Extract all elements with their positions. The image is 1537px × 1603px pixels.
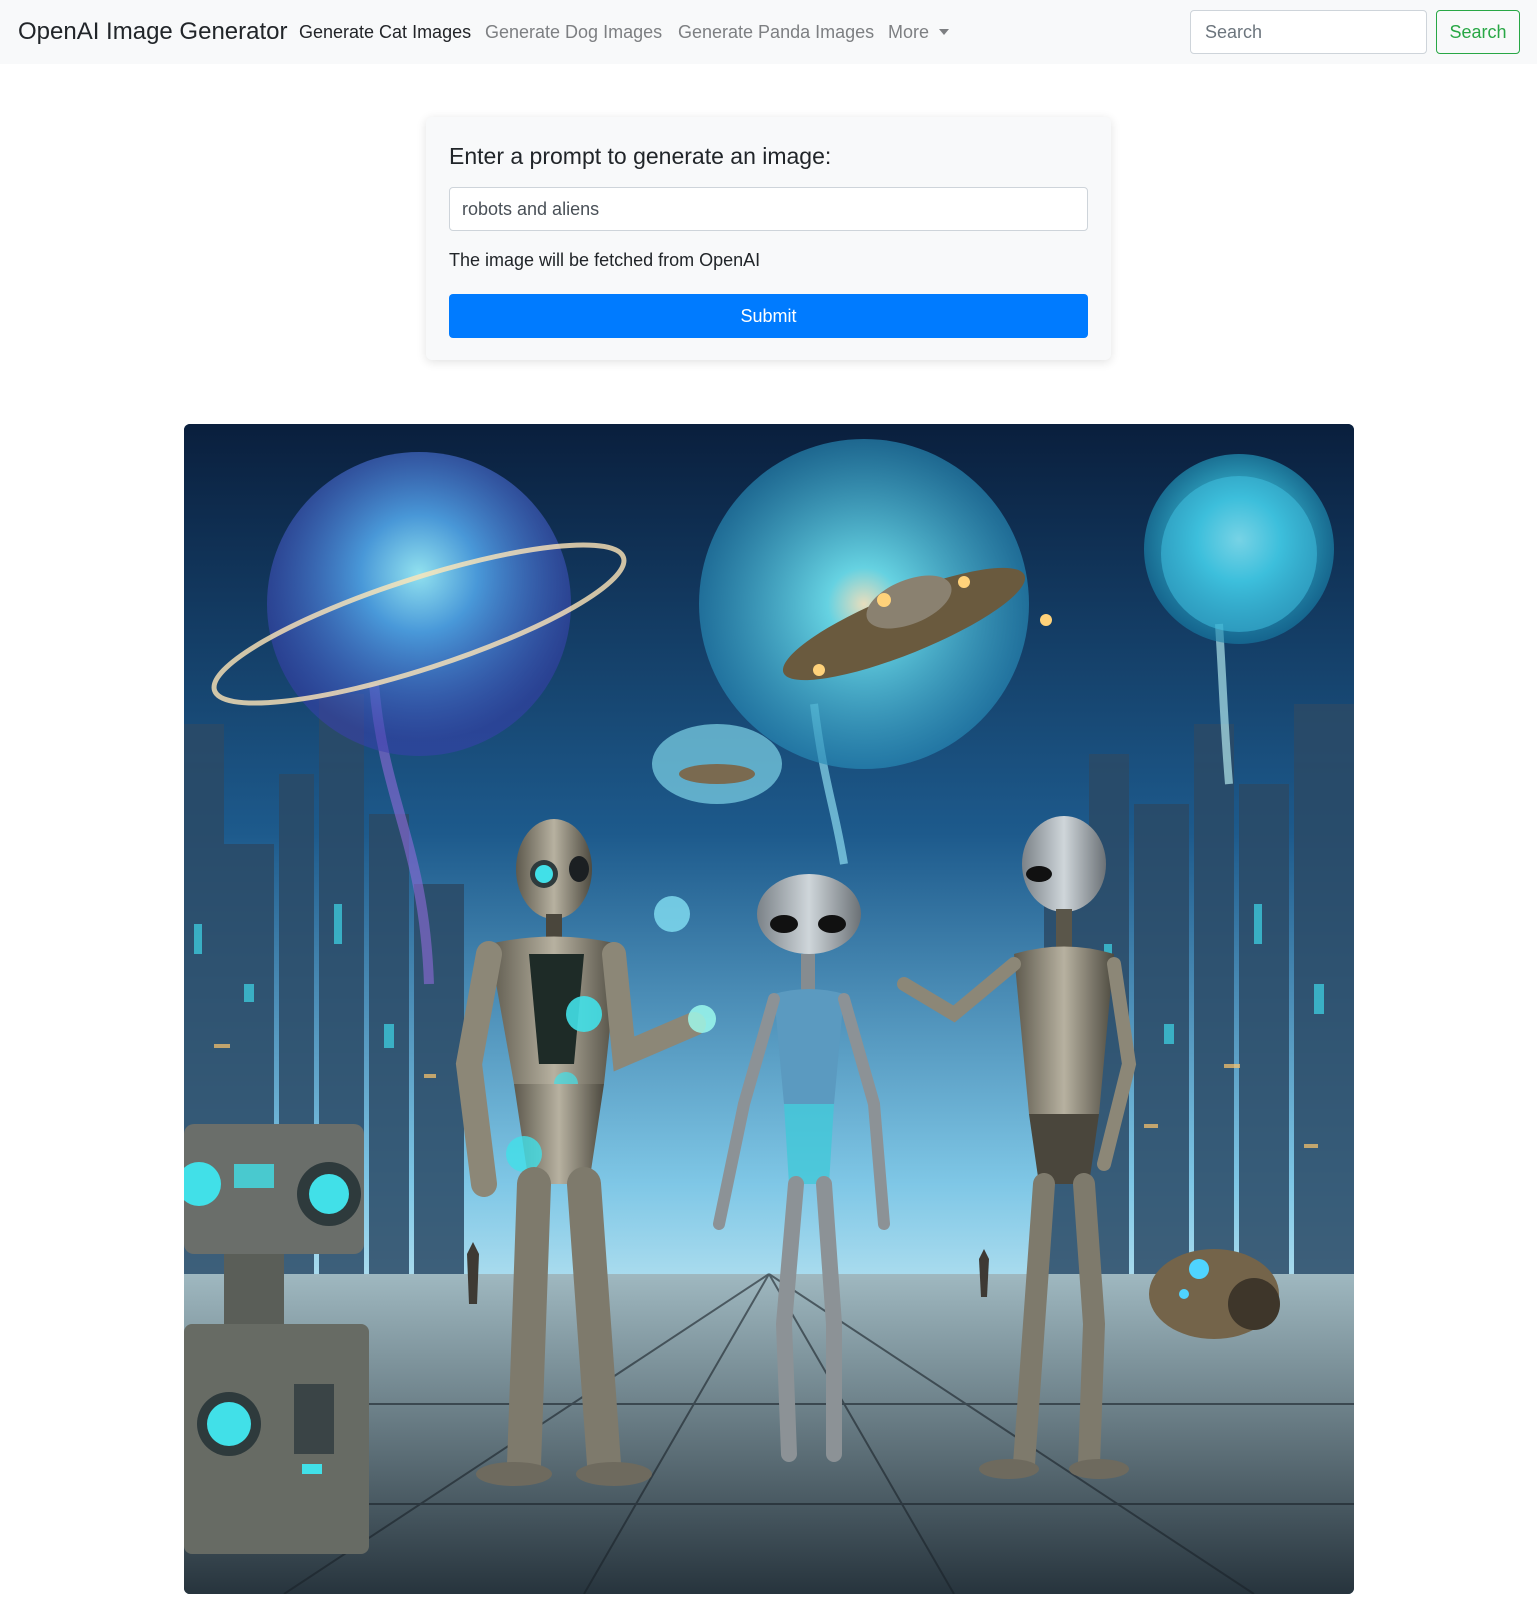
prompt-input[interactable] xyxy=(449,187,1088,231)
submit-button[interactable]: Submit xyxy=(449,294,1088,338)
chevron-down-icon xyxy=(939,28,950,35)
search-input[interactable] xyxy=(1190,10,1427,54)
search-button[interactable]: Search xyxy=(1436,10,1520,54)
nav-dropdown-more[interactable]: More xyxy=(888,19,950,45)
form-title: Enter a prompt to generate an image: xyxy=(449,143,832,169)
helper-text: The image will be fetched from OpenAI xyxy=(449,250,761,270)
more-label: More xyxy=(888,22,930,42)
nav-link-panda-images[interactable]: Generate Panda Images xyxy=(678,19,874,45)
generated-image xyxy=(184,424,1354,1594)
nav-link-dog-images[interactable]: Generate Dog Images xyxy=(485,19,662,45)
prompt-form-card: Enter a prompt to generate an image: The… xyxy=(426,117,1111,360)
nav-link-cat-images[interactable]: Generate Cat Images xyxy=(299,19,471,45)
generated-image-artwork xyxy=(184,424,1354,1594)
navbar: OpenAI Image Generator Generate Cat Imag… xyxy=(0,0,1537,64)
brand-link[interactable]: OpenAI Image Generator xyxy=(18,15,287,49)
